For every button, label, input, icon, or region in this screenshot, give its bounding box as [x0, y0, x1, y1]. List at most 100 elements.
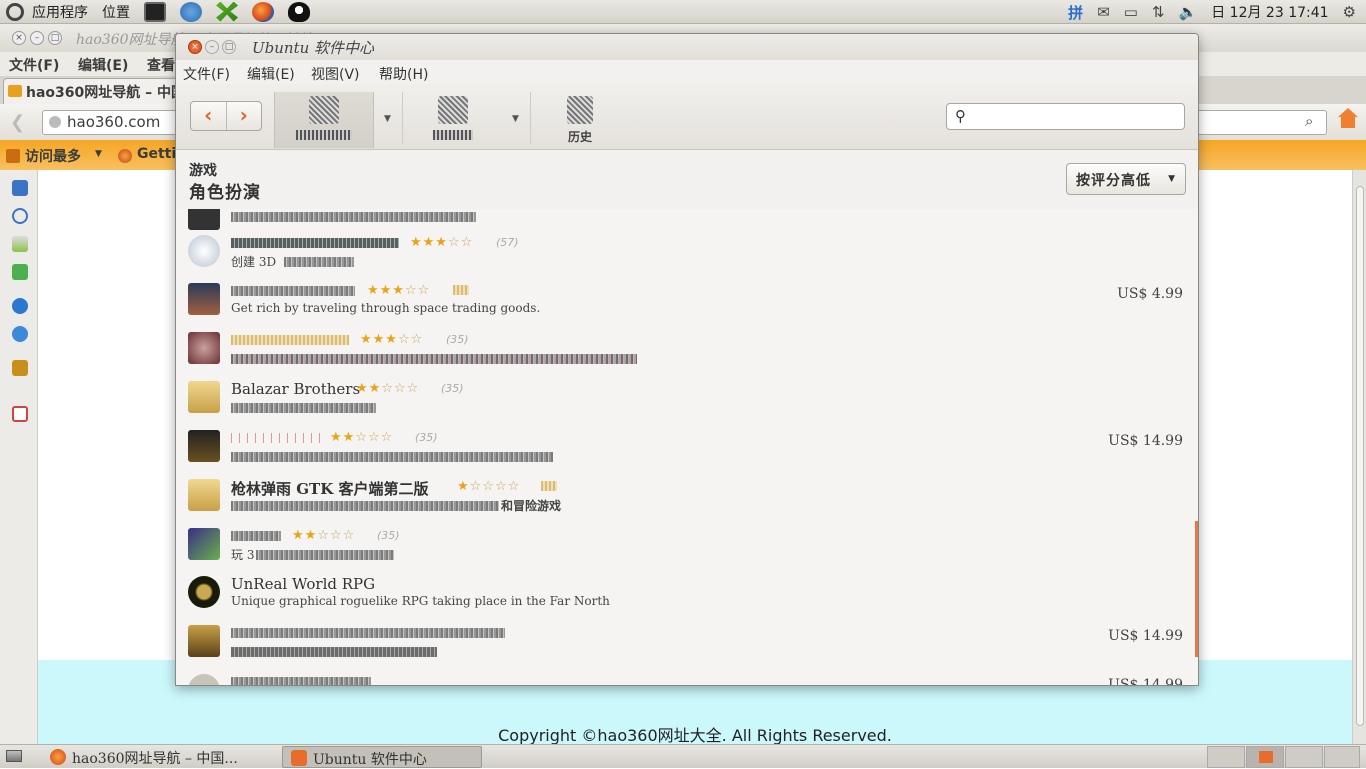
tab-installed[interactable]	[412, 92, 494, 148]
app-description: Get rich by traveling through space trad…	[231, 301, 541, 315]
forward-button[interactable]: ›	[225, 102, 262, 130]
rating-stars: ★★☆☆☆	[356, 381, 419, 396]
list-item[interactable]: ★★☆☆☆ (35) US$ 14.99	[176, 423, 1195, 471]
stars-filled: ★★★	[410, 235, 448, 250]
task-firefox[interactable]: hao360网址导航 – 中国...	[42, 746, 274, 768]
bookmark-star-icon[interactable]	[12, 180, 28, 196]
usc-minimize-button[interactable]: –	[205, 40, 219, 54]
info-icon[interactable]	[12, 326, 28, 342]
installed-label-redacted	[433, 130, 473, 140]
redacted-name	[231, 335, 349, 345]
network-icon[interactable]: ⇅	[1152, 3, 1165, 21]
usc-close-button[interactable]: ×	[188, 40, 202, 54]
mail-icon[interactable]: ✉	[1097, 3, 1110, 21]
terminal-icon[interactable]	[144, 1, 166, 22]
app-list[interactable]: ★★★☆☆ (57) 创建 3D ★★★☆☆ Get rich by trave…	[176, 209, 1198, 685]
list-item[interactable]: UnReal World RPG Unique graphical roguel…	[176, 569, 1195, 617]
all-software-dropdown-icon[interactable]: ▼	[384, 114, 391, 124]
all-software-icon	[309, 96, 339, 124]
rating-stars: ★★★☆☆	[360, 332, 423, 347]
gear-icon[interactable]: ⚙	[1343, 3, 1356, 21]
tab-history[interactable]: 历史	[548, 92, 612, 148]
list-item[interactable]: ★★★☆☆ (57) 创建 3D	[176, 228, 1195, 276]
addon-icon[interactable]	[12, 298, 28, 314]
usc-menu-view[interactable]: 视图(V)	[311, 64, 360, 84]
rating-count: (57)	[496, 236, 519, 249]
usc-menu-edit[interactable]: 编辑(E)	[247, 64, 295, 84]
workspace-4[interactable]	[1324, 746, 1360, 768]
browser-maximize-button[interactable]: □	[48, 31, 62, 45]
list-item[interactable]: 枪林弹雨 GTK 客户端第二版 ★☆☆☆☆ 和冒险游戏	[176, 472, 1195, 520]
volume-icon[interactable]: 🔈	[1179, 3, 1198, 21]
usc-maximize-button[interactable]: □	[222, 40, 236, 54]
usc-window-title: Ubuntu 软件中心	[252, 39, 375, 57]
stars-empty: ☆☆☆	[381, 381, 420, 396]
all-software-label-redacted	[296, 130, 352, 140]
show-desktop-icon[interactable]	[6, 750, 22, 762]
installed-dropdown-icon[interactable]: ▼	[512, 114, 519, 124]
browser-minimize-button[interactable]: –	[30, 31, 44, 45]
stars-empty: ☆☆	[397, 332, 424, 347]
tab-all-software[interactable]	[274, 92, 374, 148]
qq-icon[interactable]	[288, 1, 310, 22]
usc-menu-file[interactable]: 文件(F)	[183, 64, 230, 84]
browser-back-icon[interactable]: ❮	[10, 112, 25, 133]
browser-menu-view[interactable]: 查看	[147, 55, 175, 75]
browser-tab-title: hao360网址导航 – 中国最好的网址站	[26, 85, 183, 101]
network-tool-icon[interactable]	[216, 1, 238, 22]
download-icon[interactable]	[12, 236, 28, 252]
clock-icon[interactable]	[12, 208, 28, 224]
list-item[interactable]: Balazar Brothers ★★☆☆☆ (35)	[176, 374, 1195, 422]
firefox-task-icon	[50, 749, 66, 765]
usc-menu-help[interactable]: 帮助(H)	[379, 64, 428, 84]
list-item[interactable]: ★★★☆☆ (35)	[176, 325, 1195, 373]
battery-icon[interactable]: ▭	[1124, 3, 1138, 21]
url-text: hao360.com	[67, 113, 161, 131]
rating-stars: ★★★☆☆	[410, 235, 473, 250]
list-item[interactable]: ★★☆☆☆ (35) 玩 3	[176, 521, 1195, 569]
browser-menu-edit[interactable]: 编辑(E)	[78, 55, 128, 75]
workspace-2[interactable]	[1246, 746, 1284, 768]
chromium-icon[interactable]	[180, 1, 202, 22]
workspace-1[interactable]	[1207, 746, 1245, 768]
workspace-3[interactable]	[1285, 746, 1323, 768]
list-item[interactable]: ★★★☆☆ Get rich by traveling through spac…	[176, 276, 1195, 324]
search-field[interactable]: ⚲	[946, 103, 1185, 130]
sort-label: 按评分高低	[1076, 173, 1151, 189]
nav-button-group: ‹ ›	[190, 101, 262, 131]
browser-menu-file[interactable]: 文件(F)	[9, 55, 59, 75]
app-icon	[188, 381, 220, 413]
browser-scroll-thumb[interactable]	[1356, 186, 1364, 726]
arrow-down-icon[interactable]	[12, 360, 28, 376]
firefox-icon[interactable]	[252, 1, 274, 22]
puzzle-icon[interactable]	[12, 264, 28, 280]
input-method-icon[interactable]: 拼	[1068, 2, 1083, 23]
rating-stars: ★★☆☆☆	[292, 528, 355, 543]
breadcrumb[interactable]: 游戏	[189, 160, 217, 180]
search-input[interactable]	[975, 107, 1175, 126]
places-menu[interactable]: 位置	[102, 2, 130, 22]
task-firefox-label: hao360网址导航 – 中国...	[72, 751, 238, 767]
software-center-window: × – □ Ubuntu 软件中心 文件(F) 编辑(E) 视图(V) 帮助(H…	[175, 33, 1199, 686]
task-software-center[interactable]: Ubuntu 软件中心	[282, 746, 482, 768]
list-scrollbar-indicator[interactable]	[1195, 521, 1198, 657]
bookmark-getting-started[interactable]: Getti	[137, 146, 176, 162]
applications-menu[interactable]: 应用程序	[32, 2, 88, 22]
browser-close-button[interactable]: ×	[12, 31, 26, 45]
browser-scrollbar[interactable]	[1352, 170, 1366, 744]
ubuntu-logo-icon[interactable]	[6, 2, 24, 21]
window-icon[interactable]	[12, 406, 28, 422]
sort-dropdown[interactable]: 按评分高低 ▼	[1066, 163, 1186, 195]
chevron-down-icon[interactable]: ▼	[95, 149, 102, 159]
bottom-panel: hao360网址导航 – 中国... Ubuntu 软件中心	[0, 744, 1366, 768]
task-software-center-label: Ubuntu 软件中心	[313, 752, 427, 768]
clock[interactable]: 日 12月 23 17:41	[1211, 2, 1328, 22]
stars-empty: ☆☆☆	[317, 528, 356, 543]
list-item[interactable]: US$ 14.99	[176, 667, 1195, 685]
browser-tab[interactable]: hao360网址导航 – 中国最好的网址站	[3, 78, 183, 104]
bookmark-most-visited[interactable]: 访问最多	[25, 146, 81, 166]
back-button[interactable]: ‹	[191, 102, 226, 130]
list-item[interactable]: US$ 14.99	[176, 618, 1195, 666]
browser-search-icon[interactable]: ⌕	[1305, 112, 1313, 130]
redacted-name	[231, 238, 399, 248]
